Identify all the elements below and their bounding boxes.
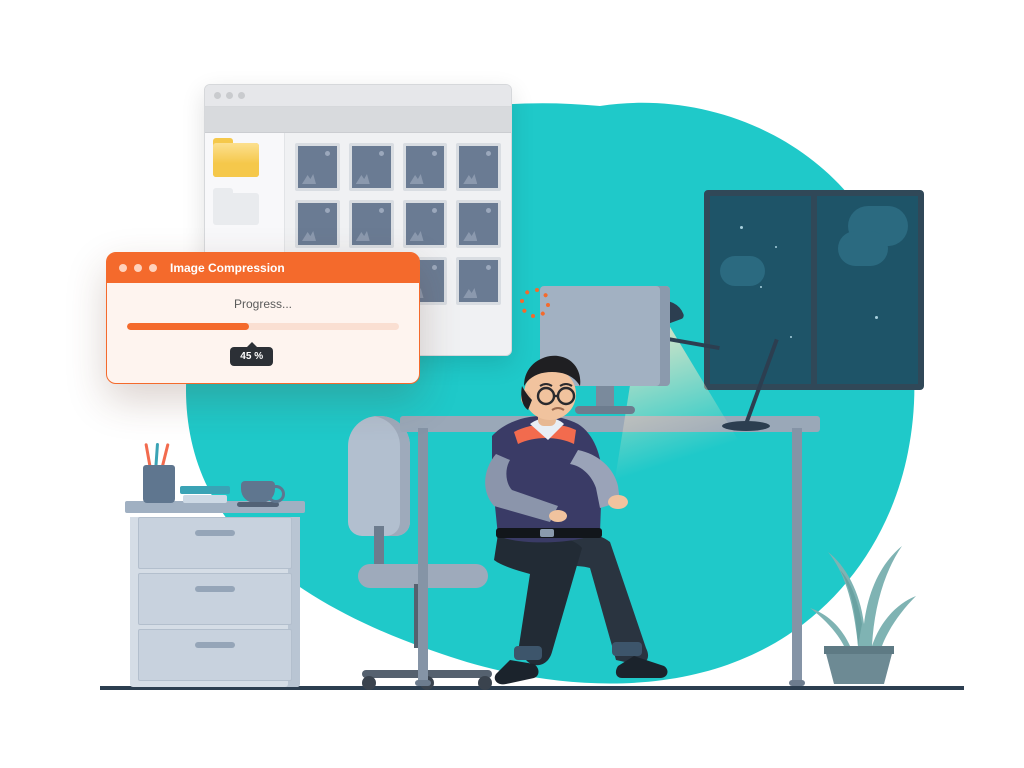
- compression-dialog: Image Compression Progress... 45 %: [106, 252, 420, 384]
- browser-titlebar: [205, 85, 511, 107]
- image-thumbnail: [295, 143, 340, 191]
- folder-icon: [213, 143, 259, 177]
- window-control-dot: [238, 92, 245, 99]
- cabinet-top-items: [125, 448, 305, 503]
- progress-bar-fill: [127, 323, 249, 330]
- progress-label: Progress...: [127, 297, 399, 311]
- image-thumbnail: [349, 143, 394, 191]
- window-control-dot: [149, 264, 157, 272]
- browser-toolbar: [205, 107, 511, 133]
- image-thumbnail: [403, 143, 448, 191]
- file-cabinet: [125, 501, 305, 686]
- image-thumbnail: [456, 257, 501, 305]
- image-thumbnail: [456, 200, 501, 248]
- window-control-dot: [226, 92, 233, 99]
- image-thumbnail: [456, 143, 501, 191]
- image-thumbnail: [349, 200, 394, 248]
- progress-percent-badge: 45 %: [230, 347, 273, 366]
- folder-icon: [213, 193, 259, 225]
- image-thumbnail: [403, 200, 448, 248]
- window-control-dot: [119, 264, 127, 272]
- dialog-title: Image Compression: [170, 261, 285, 275]
- window-control-dot: [134, 264, 142, 272]
- frustration-icon: [522, 290, 548, 316]
- image-thumbnail: [295, 200, 340, 248]
- window-control-dot: [214, 92, 221, 99]
- dialog-titlebar: Image Compression: [107, 253, 419, 283]
- person-working: [402, 316, 682, 686]
- progress-bar: [127, 323, 399, 330]
